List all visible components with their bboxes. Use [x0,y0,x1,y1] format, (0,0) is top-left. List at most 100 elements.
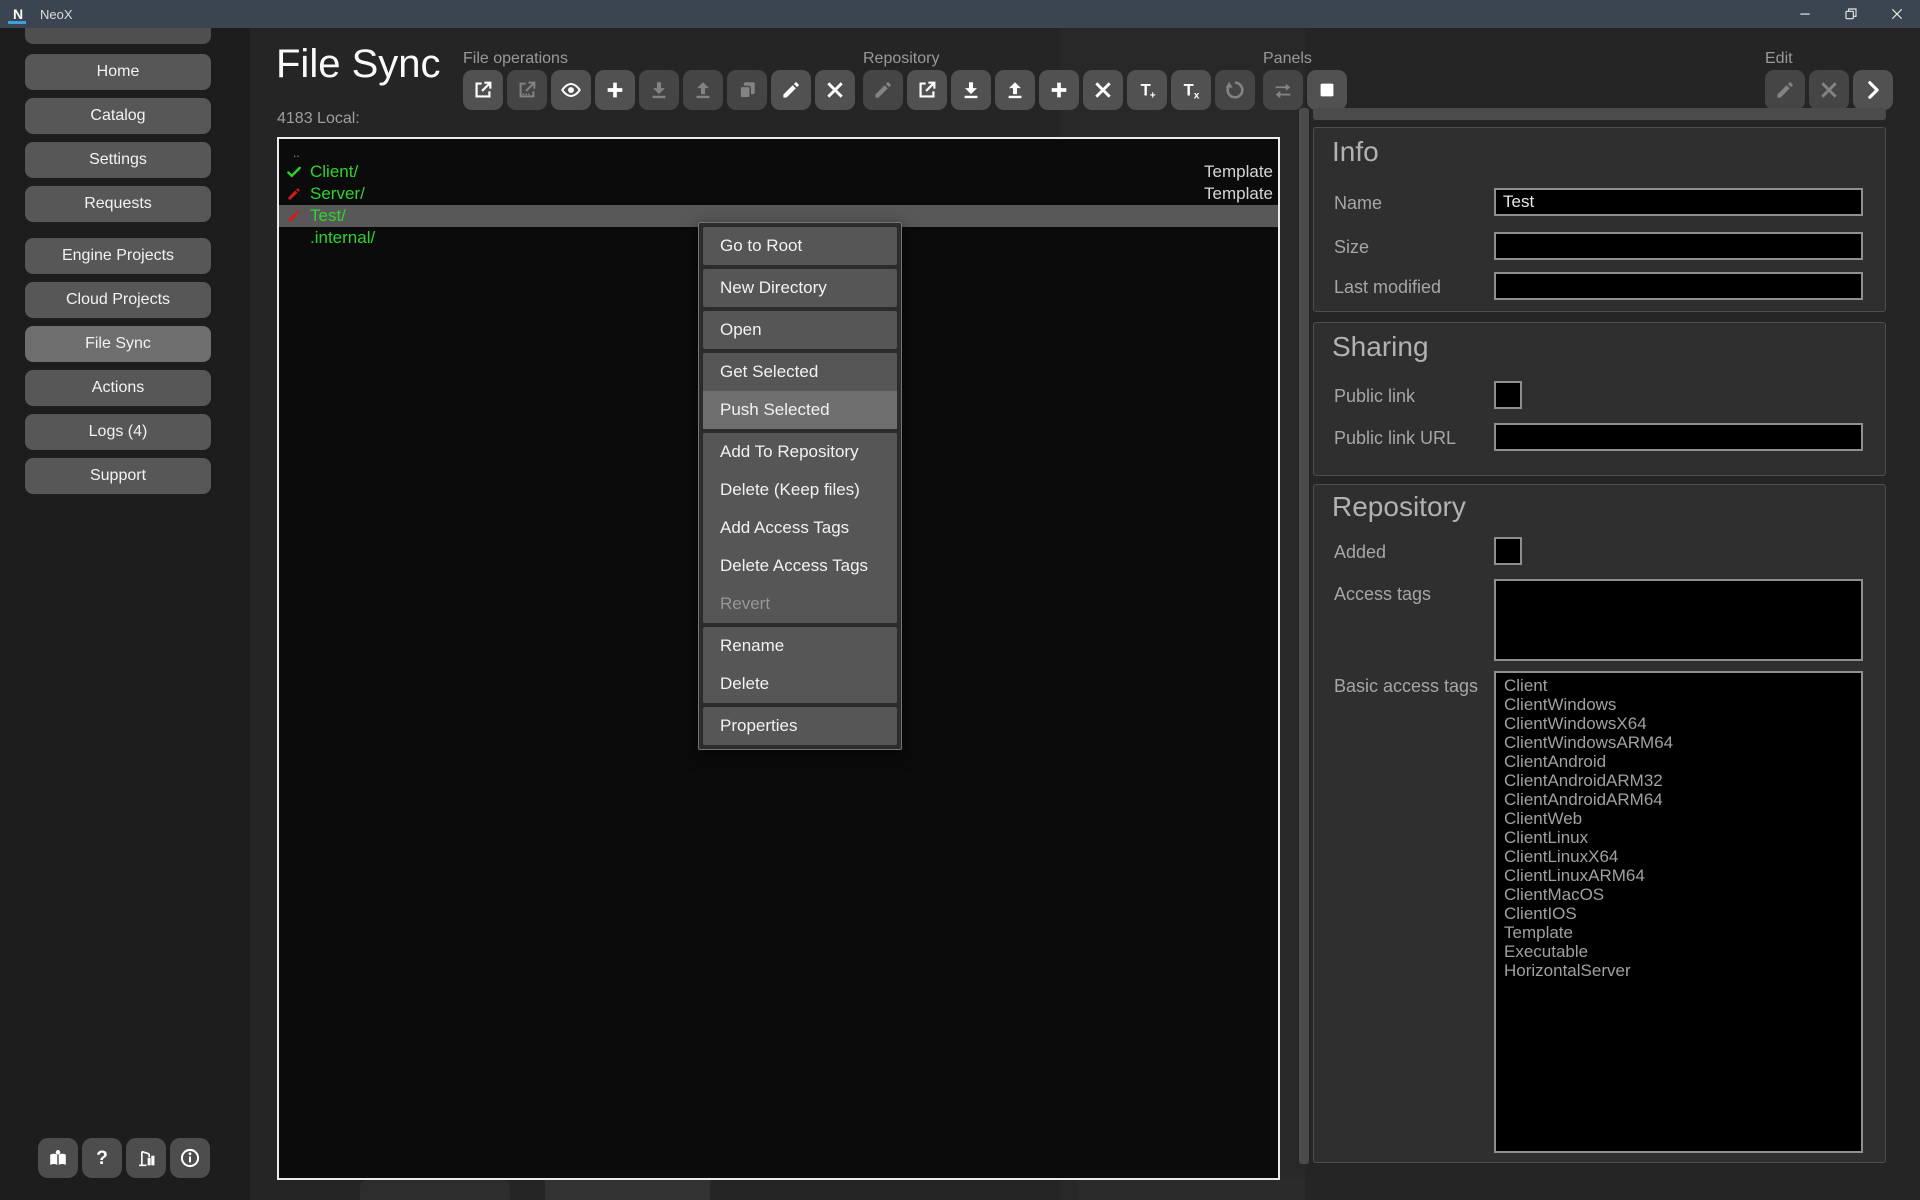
toggle-panel-button[interactable] [1307,70,1347,110]
toggle-panel-icon [1316,79,1338,101]
delete-x-button[interactable] [815,70,855,110]
basic-access-tag[interactable]: Executable [1504,942,1853,961]
sidebar-item-support[interactable]: Support [25,458,211,494]
menu-item-delete[interactable]: Delete [703,665,897,703]
toolbar-group-label: File operations [463,50,568,68]
download-icon [960,79,982,101]
basic-access-tag[interactable]: ClientAndroid [1504,752,1853,771]
sidebar-item-actions[interactable]: Actions [25,370,211,406]
menu-item-get-selected[interactable]: Get Selected [703,353,897,391]
minimize-window-button[interactable] [1782,0,1828,28]
file-tag-label: Template [1204,162,1273,182]
menu-item-rename[interactable]: Rename [703,627,897,665]
menu-item-new-directory[interactable]: New Directory [703,269,897,307]
basic-access-tag[interactable]: Client [1504,676,1853,695]
tag-remove-button[interactable]: Tx [1171,70,1211,110]
restore-icon [1843,6,1859,22]
delete-x-button[interactable] [1083,70,1123,110]
upload-button[interactable] [995,70,1035,110]
sidebar-item-file-sync[interactable]: File Sync [25,326,211,362]
add-plus-icon [604,79,626,101]
basic-access-tag[interactable]: ClientWeb [1504,809,1853,828]
size-label: Size [1334,237,1369,258]
basic-access-tags-list[interactable]: ClientClientWindowsClientWindowsX64Clien… [1494,671,1863,1153]
open-external-button[interactable] [907,70,947,110]
added-checkbox[interactable] [1494,537,1522,565]
last-modified-field[interactable] [1494,272,1863,300]
added-label: Added [1334,542,1386,563]
add-plus-button[interactable] [1039,70,1079,110]
context-menu: Go to RootNew DirectoryOpenGet SelectedP… [698,222,902,750]
file-name: Server/ [310,184,365,204]
sidebar-item-logs-4[interactable]: Logs (4) [25,414,211,450]
menu-item-delete-access-tags[interactable]: Delete Access Tags [703,547,897,585]
basic-access-tag[interactable]: ClientIOS [1504,904,1853,923]
view-eye-button[interactable] [551,70,591,110]
context-menu-group: Open [703,311,897,349]
menu-item-properties[interactable]: Properties [703,707,897,745]
add-plus-button[interactable] [595,70,635,110]
basic-access-tag[interactable]: ClientMacOS [1504,885,1853,904]
file-name: .internal/ [310,228,375,248]
sidebar-item-requests[interactable]: Requests [25,186,211,222]
basic-access-tag[interactable]: ClientWindowsARM64 [1504,733,1853,752]
size-field[interactable] [1494,232,1863,260]
under-construction-button[interactable] [126,1138,166,1178]
basic-access-tag[interactable]: ClientLinux [1504,828,1853,847]
open-readonly-icon [516,79,538,101]
basic-access-tag[interactable]: Template [1504,923,1853,942]
sidebar-item-catalog[interactable]: Catalog [25,98,211,134]
sidebar-item-cloud-projects[interactable]: Cloud Projects [25,282,211,318]
menu-item-add-access-tags[interactable]: Add Access Tags [703,509,897,547]
file-row[interactable]: .. [279,144,1278,161]
context-menu-group: Add To RepositoryDelete (Keep files)Add … [703,433,897,623]
context-menu-group: RenameDelete [703,627,897,703]
menu-item-push-selected[interactable]: Push Selected [703,391,897,429]
sidebar-item-engine-projects[interactable]: Engine Projects [25,238,211,274]
upload-button [683,70,723,110]
delete-x-icon [824,79,846,101]
context-menu-group: Properties [703,707,897,745]
expand-chevron-icon [1862,79,1884,101]
swap-panels-icon [1272,79,1294,101]
sidebar-item-home[interactable]: Home [25,54,211,90]
edit-pencil-button[interactable] [771,70,811,110]
edit-pencil-button [1765,70,1805,110]
file-row[interactable]: Client/Template [279,161,1278,183]
svg-text:T: T [1184,82,1194,100]
menu-item-add-to-repository[interactable]: Add To Repository [703,433,897,471]
close-window-button[interactable] [1874,0,1920,28]
right-panel-vscrollbar[interactable] [1299,108,1309,1164]
expand-chevron-button[interactable] [1853,70,1893,110]
open-external-button[interactable] [463,70,503,110]
open-external-icon [472,79,494,101]
manual-book-button[interactable] [38,1138,78,1178]
basic-access-tag[interactable]: ClientLinuxX64 [1504,847,1853,866]
menu-item-go-to-root[interactable]: Go to Root [703,227,897,265]
download-button[interactable] [951,70,991,110]
basic-access-tag[interactable]: ClientAndroidARM32 [1504,771,1853,790]
basic-access-tag[interactable]: ClientWindows [1504,695,1853,714]
file-row[interactable]: Server/Template [279,183,1278,205]
tag-add-button[interactable]: T+ [1127,70,1167,110]
right-panel-hscrollbar[interactable] [1313,108,1886,120]
help-question-button[interactable]: ? [82,1138,122,1178]
toolbar-group-file-operations [463,70,855,110]
restore-window-button[interactable] [1828,0,1874,28]
basic-access-tag[interactable]: ClientWindowsX64 [1504,714,1853,733]
public-link-checkbox[interactable] [1494,381,1522,409]
basic-access-tag[interactable]: ClientAndroidARM64 [1504,790,1853,809]
access-tags-field[interactable] [1494,579,1863,661]
menu-item-delete-keep-files[interactable]: Delete (Keep files) [703,471,897,509]
access-tags-label: Access tags [1334,584,1431,605]
menu-item-open[interactable]: Open [703,311,897,349]
public-link-url-field[interactable] [1494,423,1863,451]
svg-text:x: x [1194,90,1200,101]
basic-access-tag[interactable]: ClientLinuxARM64 [1504,866,1853,885]
pencil-red-icon [286,208,302,224]
info-circle-button[interactable] [170,1138,210,1178]
sidebar-item-settings[interactable]: Settings [25,142,211,178]
basic-access-tag[interactable]: HorizontalServer [1504,961,1853,980]
svg-text:?: ? [96,1148,108,1169]
name-field[interactable] [1494,188,1863,216]
